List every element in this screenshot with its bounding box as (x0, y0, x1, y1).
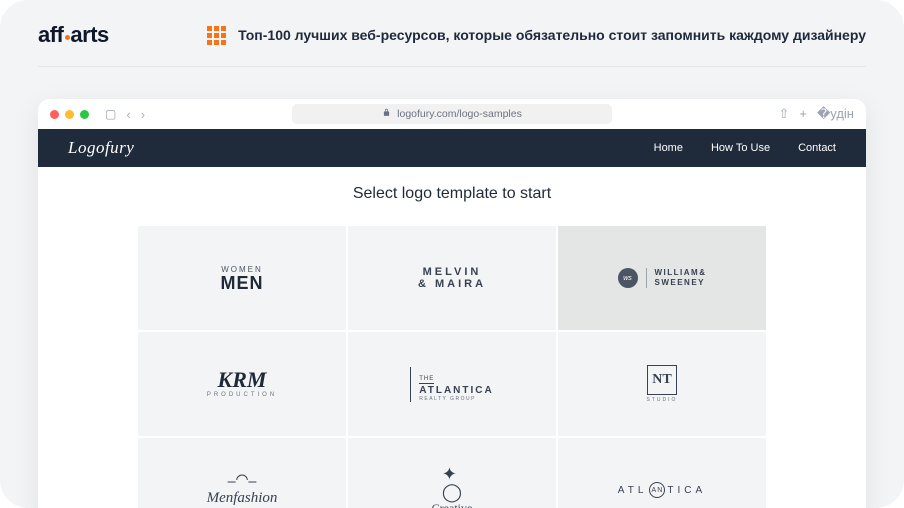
logo-text: TICA (667, 485, 706, 496)
logo-text: KRM (218, 370, 267, 390)
chrome-right-controls: ⇧ + �удін (778, 106, 854, 122)
logo-template-women-men[interactable]: WOMEN MEN (137, 225, 347, 331)
forward-button[interactable]: › (141, 107, 145, 122)
logo-template-atlantica[interactable]: THE ATLANTICA REALTY GROUP (347, 331, 557, 437)
browser-chrome: ▢ ‹ › logofury.com/logo-samples ⇧ + �уді… (38, 99, 866, 129)
nav-home[interactable]: Home (654, 142, 683, 154)
close-icon[interactable] (50, 110, 59, 119)
logo-text: MELVIN (423, 266, 482, 278)
logo-text: Creative (432, 501, 473, 508)
logo-box-icon: NT (647, 365, 676, 395)
logo-template-william-sweeney[interactable]: ws WILLIAM& SWEENEY (557, 225, 767, 331)
site-brand[interactable]: Logofury (68, 138, 134, 158)
nav-links: Home How To Use Contact (654, 142, 836, 154)
page-card: affarts Топ-100 лучших веб-ресурсов, кот… (0, 0, 904, 508)
back-button[interactable]: ‹ (126, 107, 130, 122)
logo-text: NT (652, 372, 671, 388)
chrome-left-controls: ▢ ‹ › (105, 107, 145, 122)
logo-template-creative[interactable]: ✦◯ Creative (347, 437, 557, 508)
logo-badge-icon: ws (618, 268, 638, 288)
page-content: Select logo template to start WOMEN MEN … (38, 167, 866, 508)
grid-icon (207, 26, 226, 45)
minimize-icon[interactable] (65, 110, 74, 119)
logo-text: & MAIRA (418, 278, 486, 290)
lightbulb-icon: ✦◯ (442, 465, 462, 501)
nav-contact[interactable]: Contact (798, 142, 836, 154)
logo-text: ATLANTICA (419, 385, 493, 396)
logo-text: THE (419, 376, 434, 384)
site-logo[interactable]: affarts (38, 22, 109, 48)
logo-template-krm[interactable]: KRM PRODUCTION (137, 331, 347, 437)
logo-text: STUDIO (647, 397, 678, 403)
logo-template-menfashion[interactable]: ⎯◠⎯ Menfashion (137, 437, 347, 508)
logo-text: MEN (221, 274, 264, 292)
logo-text: WILLIAM& SWEENEY (646, 268, 707, 289)
article-title-row: Топ-100 лучших веб-ресурсов, которые обя… (207, 26, 866, 45)
page-heading: Select logo template to start (38, 185, 866, 203)
hanger-icon: ⎯◠⎯ (228, 474, 257, 490)
url-text: logofury.com/logo-samples (397, 108, 522, 120)
maximize-icon[interactable] (80, 110, 89, 119)
logo-grid: WOMEN MEN MELVIN & MAIRA ws WILLIAM& (38, 225, 866, 508)
logo-text: Menfashion (207, 490, 278, 507)
logo-text: REALTY GROUP (419, 396, 493, 402)
browser-window: ▢ ‹ › logofury.com/logo-samples ⇧ + �уді… (38, 99, 866, 508)
logo-text: ATL (618, 485, 648, 496)
sidebar-icon[interactable]: ▢ (105, 107, 116, 121)
new-tab-icon[interactable]: + (799, 106, 807, 122)
logo-template-atlantica-2[interactable]: ATL AN TICA (557, 437, 767, 508)
site-nav: Logofury Home How To Use Contact (38, 129, 866, 167)
lock-icon (382, 108, 391, 120)
traffic-lights (50, 110, 89, 119)
share-icon[interactable]: ⇧ (778, 106, 789, 122)
logo-template-melvin-maira[interactable]: MELVIN & MAIRA (347, 225, 557, 331)
logo-text: PRODUCTION (207, 392, 277, 398)
nav-howto[interactable]: How To Use (711, 142, 770, 154)
tabs-icon[interactable]: �удін (817, 106, 854, 122)
article-title[interactable]: Топ-100 лучших веб-ресурсов, которые обя… (238, 27, 866, 43)
url-bar[interactable]: logofury.com/logo-samples (292, 104, 612, 124)
logo-template-nt[interactable]: NT STUDIO (557, 331, 767, 437)
logo-circle-icon: AN (649, 482, 665, 498)
page-header: affarts Топ-100 лучших веб-ресурсов, кот… (38, 22, 866, 67)
